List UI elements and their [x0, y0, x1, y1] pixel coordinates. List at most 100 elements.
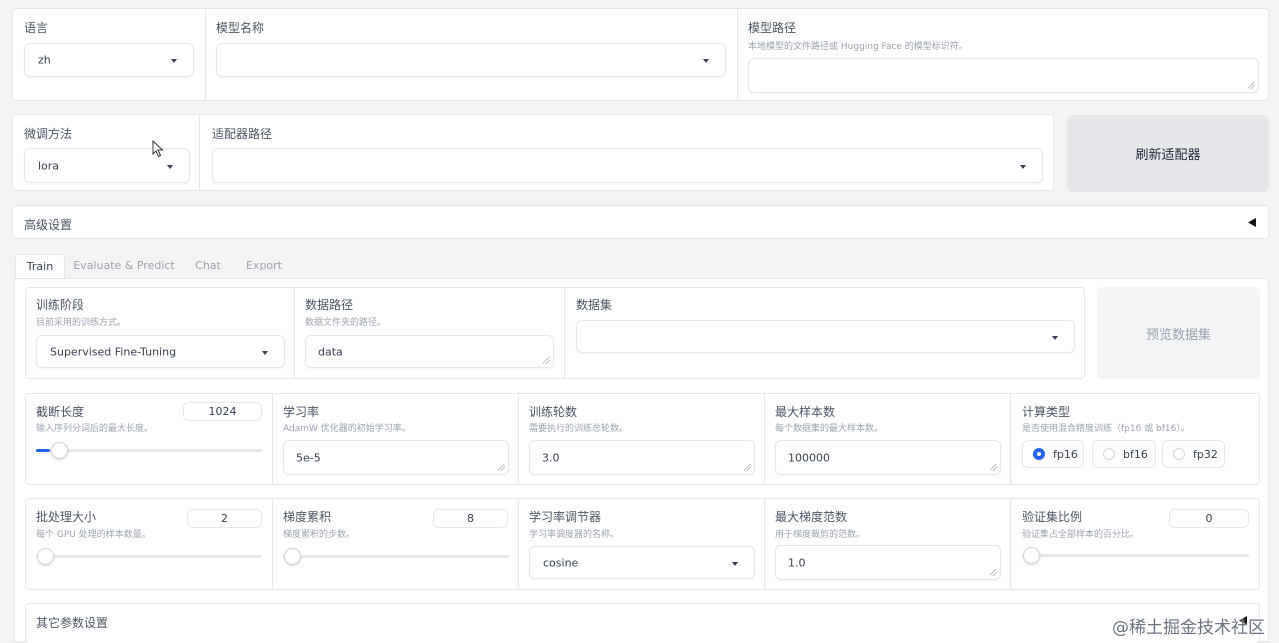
- dataset-label: 数据集: [576, 298, 613, 312]
- train-tab-panel: 训练阶段 目前采用的训练方式。 Supervised Fine-Tuning 数…: [14, 278, 1269, 643]
- model-path-input[interactable]: [748, 58, 1259, 93]
- val-size-number[interactable]: 0: [1169, 509, 1249, 528]
- language-label: 语言: [24, 21, 49, 35]
- tab-evaluate-predict[interactable]: Evaluate & Predict: [72, 254, 176, 278]
- radio-unchecked-icon: [1103, 448, 1115, 460]
- val-size-label: 验证集比例: [1022, 510, 1083, 524]
- model-path-label: 模型路径: [748, 21, 797, 35]
- cutoff-len-number[interactable]: 1024: [183, 402, 262, 421]
- max-grad-norm-value: 1.0: [788, 556, 806, 569]
- preview-dataset-label: 预览数据集: [1145, 327, 1211, 343]
- epochs-label: 训练轮数: [529, 405, 578, 419]
- val-size-hint: 验证集占全部样本的百分比。: [1022, 530, 1140, 540]
- epochs-value: 3.0: [542, 451, 560, 464]
- cutoff-len-slider[interactable]: [36, 442, 262, 459]
- training-stage-label: 训练阶段: [36, 298, 85, 312]
- max-samples-input[interactable]: 100000: [775, 440, 1001, 475]
- model-name-label: 模型名称: [216, 21, 265, 35]
- max-grad-norm-input[interactable]: 1.0: [775, 545, 1001, 580]
- learning-rate-input[interactable]: 5e-5: [283, 440, 509, 475]
- other-params-label: 其它参数设置: [36, 616, 109, 630]
- cutoff-len-hint: 输入序列分词后的最大长度。: [36, 424, 154, 434]
- chevron-down-icon: [732, 561, 738, 566]
- tab-evaluate-predict-label: Evaluate & Predict: [73, 259, 175, 272]
- preview-dataset-button[interactable]: 预览数据集: [1097, 287, 1260, 379]
- batch-size-slider[interactable]: [36, 548, 262, 565]
- cutoff-len-slider-thumb[interactable]: [50, 442, 68, 459]
- resize-handle-icon[interactable]: [990, 569, 997, 576]
- dataset-select[interactable]: [576, 320, 1075, 353]
- chevron-down-icon: [167, 164, 173, 169]
- dataset-dir-label: 数据路径: [305, 298, 354, 312]
- advanced-settings-accordion[interactable]: 高级设置: [12, 205, 1269, 239]
- model-path-hint: 本地模型的文件路径或 Hugging Face 的模型标识符。: [748, 42, 968, 52]
- radio-checked-icon: [1033, 448, 1045, 460]
- finetune-method-value: lora: [38, 159, 60, 172]
- language-value: zh: [38, 53, 51, 67]
- grad-accum-slider-thumb[interactable]: [284, 548, 301, 565]
- tab-train[interactable]: Train: [15, 254, 65, 278]
- max-samples-hint: 每个数据集的最大样本数。: [775, 424, 884, 434]
- model-config-row: 语言 zh 模型名称 模型路径 本地模型的文件路径或 Hugging Face …: [12, 8, 1269, 101]
- dataset-dir-value: data: [318, 345, 343, 358]
- compute-type-hint: 是否使用混合精度训练（fp16 或 bf16）。: [1022, 424, 1190, 434]
- compute-type-fp32-label: fp32: [1193, 448, 1218, 461]
- grad-accum-label: 梯度累积: [283, 510, 332, 524]
- dataset-row: 训练阶段 目前采用的训练方式。 Supervised Fine-Tuning 数…: [25, 287, 1085, 379]
- batch-size-number[interactable]: 2: [187, 509, 262, 528]
- chevron-down-icon: [1052, 335, 1058, 340]
- max-grad-norm-hint: 用于梯度裁剪的范数。: [775, 530, 866, 540]
- radio-unchecked-icon: [1173, 448, 1185, 460]
- adapter-path-label: 适配器路径: [212, 127, 273, 141]
- resize-handle-icon[interactable]: [1248, 82, 1255, 89]
- tab-export[interactable]: Export: [240, 254, 288, 278]
- finetune-row: 微调方法 lora 适配器路径: [12, 114, 1054, 191]
- learning-rate-value: 5e-5: [296, 451, 321, 464]
- tab-chat[interactable]: Chat: [188, 254, 228, 278]
- max-samples-label: 最大样本数: [775, 405, 836, 419]
- tab-export-label: Export: [245, 259, 282, 272]
- language-select[interactable]: zh: [24, 43, 194, 77]
- dataset-dir-input[interactable]: data: [305, 335, 554, 368]
- other-params-accordion[interactable]: 其它参数设置: [25, 603, 1260, 643]
- learning-rate-label: 学习率: [283, 405, 320, 419]
- grad-accum-hint: 梯度累积的步数。: [283, 530, 356, 540]
- refresh-adapters-label: 刷新适配器: [1135, 148, 1201, 163]
- finetune-method-select[interactable]: lora: [24, 148, 190, 183]
- batch-size-label: 批处理大小: [36, 510, 97, 524]
- epochs-hint: 需要执行的训练总轮数。: [529, 424, 629, 434]
- lr-scheduler-value: cosine: [543, 556, 579, 569]
- compute-type-fp16-radio[interactable]: fp16: [1022, 440, 1084, 468]
- mouse-cursor-icon: [152, 140, 164, 158]
- max-samples-value: 100000: [788, 451, 830, 464]
- triangle-left-icon: [1248, 218, 1256, 227]
- cutoff-len-slider-fill: [36, 449, 50, 452]
- cutoff-len-label: 截断长度: [36, 405, 85, 419]
- chevron-down-icon: [1020, 164, 1026, 169]
- batch-size-slider-thumb[interactable]: [37, 548, 54, 565]
- refresh-adapters-button[interactable]: 刷新适配器: [1067, 115, 1269, 192]
- advanced-settings-label: 高级设置: [24, 218, 73, 232]
- training-stage-select[interactable]: Supervised Fine-Tuning: [36, 335, 285, 368]
- val-size-slider[interactable]: [1022, 547, 1249, 564]
- training-stage-value: Supervised Fine-Tuning: [50, 345, 177, 358]
- lr-scheduler-select[interactable]: cosine: [529, 546, 755, 579]
- compute-type-label: 计算类型: [1022, 405, 1071, 419]
- compute-type-bf16-radio[interactable]: bf16: [1092, 440, 1156, 468]
- dataset-dir-hint: 数据文件夹的路径。: [305, 318, 387, 328]
- val-size-slider-thumb[interactable]: [1023, 547, 1040, 564]
- resize-handle-icon[interactable]: [990, 464, 997, 471]
- grad-accum-number[interactable]: 8: [433, 509, 508, 528]
- resize-handle-icon[interactable]: [543, 357, 550, 364]
- compute-type-fp32-radio[interactable]: fp32: [1162, 440, 1225, 468]
- grad-accum-slider[interactable]: [283, 548, 509, 565]
- adapter-path-select[interactable]: [212, 148, 1043, 183]
- resize-handle-icon[interactable]: [498, 464, 505, 471]
- tab-train-label: Train: [26, 260, 54, 273]
- resize-handle-icon[interactable]: [744, 464, 751, 471]
- epochs-input[interactable]: 3.0: [529, 440, 755, 475]
- max-grad-norm-label: 最大梯度范数: [775, 510, 848, 524]
- training-stage-hint: 目前采用的训练方式。: [36, 318, 127, 328]
- finetune-method-label: 微调方法: [24, 127, 73, 141]
- model-name-select[interactable]: [216, 43, 726, 77]
